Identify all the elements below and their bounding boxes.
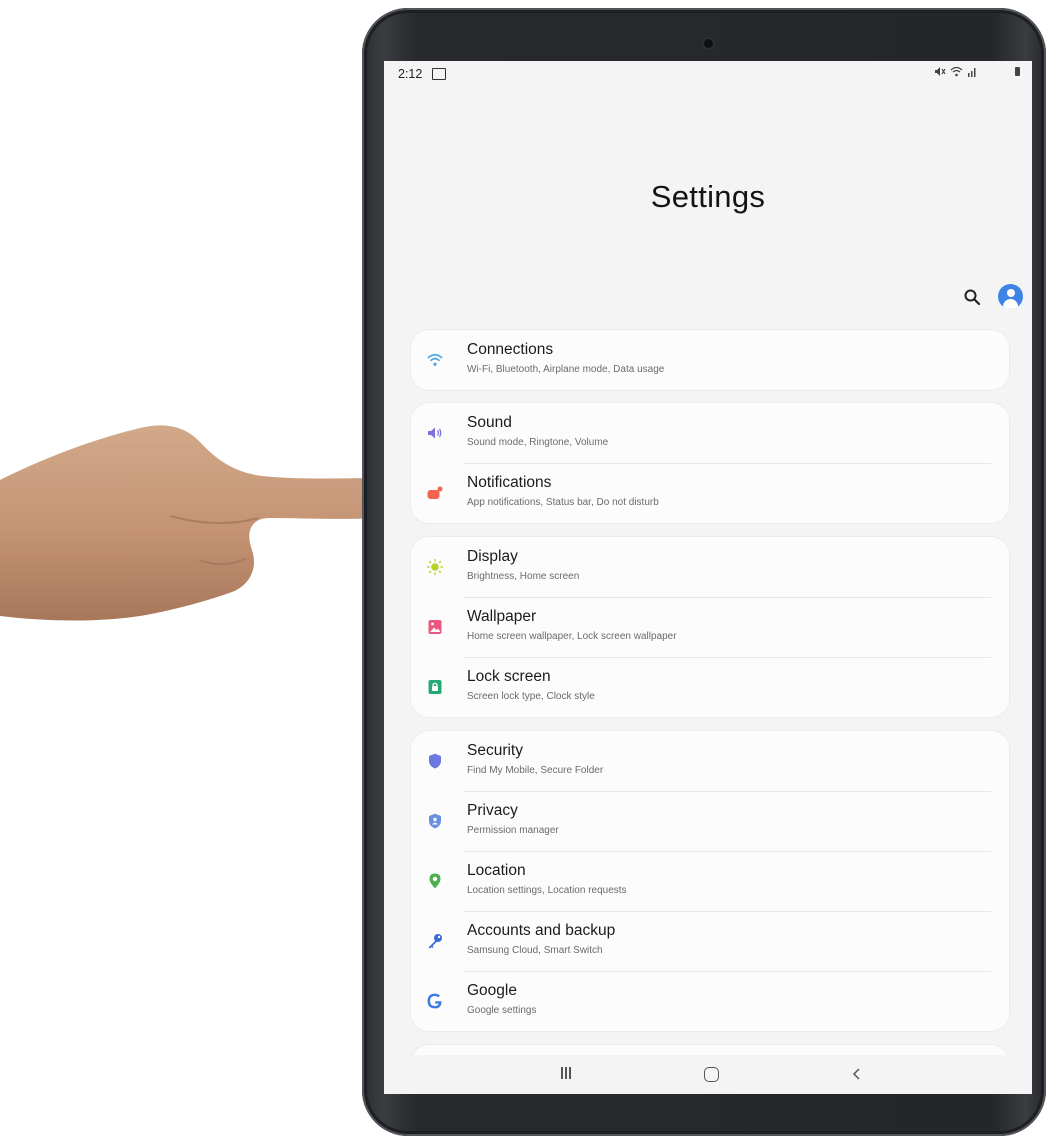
item-label: Notifications bbox=[467, 474, 552, 491]
item-subtitle: Samsung Cloud, Smart Switch bbox=[467, 945, 603, 956]
gallery-icon bbox=[432, 68, 446, 80]
settings-item-connections[interactable]: Connections Wi-Fi, Bluetooth, Airplane m… bbox=[411, 330, 1009, 390]
key-icon bbox=[428, 934, 442, 949]
google-icon bbox=[427, 993, 442, 1009]
item-subtitle: App notifications, Status bar, Do not di… bbox=[467, 497, 659, 508]
search-icon[interactable] bbox=[963, 288, 981, 306]
home-icon[interactable] bbox=[704, 1067, 719, 1082]
item-label: Lock screen bbox=[467, 668, 551, 685]
item-subtitle: Wi-Fi, Bluetooth, Airplane mode, Data us… bbox=[467, 364, 665, 375]
notification-icon bbox=[427, 486, 443, 499]
item-label: Privacy bbox=[467, 802, 518, 819]
wifi-icon bbox=[427, 353, 443, 366]
item-subtitle: Sound mode, Ringtone, Volume bbox=[467, 437, 609, 448]
item-label: Display bbox=[467, 548, 518, 565]
battery-icon bbox=[1015, 67, 1020, 76]
item-label: Connections bbox=[467, 341, 554, 358]
item-subtitle: Location settings, Location requests bbox=[467, 885, 627, 896]
item-label: Accounts and backup bbox=[467, 922, 616, 939]
settings-group-sound: Sound Sound mode, Ringtone, Volume Notif… bbox=[411, 403, 1009, 523]
settings-item-accounts-backup[interactable]: Accounts and backup Samsung Cloud, Smart… bbox=[411, 911, 1009, 971]
item-subtitle: Screen lock type, Clock style bbox=[467, 691, 595, 702]
wifi-status-icon bbox=[950, 66, 963, 77]
item-label: Location bbox=[467, 862, 526, 879]
pointing-hand bbox=[0, 425, 410, 621]
settings-item-notifications[interactable]: Notifications App notifications, Status … bbox=[411, 463, 1009, 523]
settings-item-sound[interactable]: Sound Sound mode, Ringtone, Volume bbox=[411, 403, 1009, 463]
settings-item-location[interactable]: Location Location settings, Location req… bbox=[411, 851, 1009, 911]
account-icon[interactable] bbox=[998, 284, 1023, 309]
item-label: Sound bbox=[467, 414, 512, 431]
signal-icon bbox=[968, 67, 976, 77]
settings-item-lock-screen[interactable]: Lock screen Screen lock type, Clock styl… bbox=[411, 657, 1009, 717]
settings-group-security: Security Find My Mobile, Secure Folder P… bbox=[411, 731, 1009, 1031]
privacy-shield-icon bbox=[429, 813, 441, 829]
lock-icon bbox=[428, 680, 442, 694]
item-subtitle: Permission manager bbox=[467, 825, 559, 836]
settings-item-privacy[interactable]: Privacy Permission manager bbox=[411, 791, 1009, 851]
item-subtitle: Find My Mobile, Secure Folder bbox=[467, 765, 604, 776]
item-label: Google bbox=[467, 982, 517, 999]
page-title: Settings bbox=[650, 179, 766, 214]
settings-screen: 2:12 Settings Connections Wi-Fi, Bluetoo… bbox=[384, 61, 1032, 1094]
stage: 2:12 Settings Connections Wi-Fi, Bluetoo… bbox=[0, 0, 1052, 1138]
settings-item-wallpaper[interactable]: Wallpaper Home screen wallpaper, Lock sc… bbox=[411, 597, 1009, 657]
status-indicators bbox=[934, 66, 1020, 77]
picture-icon bbox=[428, 620, 442, 634]
item-subtitle: Brightness, Home screen bbox=[467, 571, 580, 582]
front-camera bbox=[704, 39, 713, 48]
status-bar: 2:12 bbox=[384, 61, 1032, 89]
shield-icon bbox=[429, 753, 441, 769]
item-label: Wallpaper bbox=[467, 608, 537, 625]
item-subtitle: Home screen wallpaper, Lock screen wallp… bbox=[467, 631, 677, 642]
settings-group-connections: Connections Wi-Fi, Bluetooth, Airplane m… bbox=[411, 330, 1009, 390]
sun-icon bbox=[427, 559, 443, 575]
item-label: Security bbox=[467, 742, 523, 759]
location-pin-icon bbox=[429, 873, 441, 889]
settings-item-google[interactable]: Google Google settings bbox=[411, 971, 1009, 1031]
recent-apps-icon[interactable] bbox=[560, 1067, 572, 1080]
item-subtitle: Google settings bbox=[467, 1005, 537, 1016]
back-icon[interactable] bbox=[850, 1065, 864, 1083]
navigation-bar bbox=[384, 1055, 1032, 1094]
settings-item-security[interactable]: Security Find My Mobile, Secure Folder bbox=[411, 731, 1009, 791]
settings-group-display: Display Brightness, Home screen Wallpape… bbox=[411, 537, 1009, 717]
mute-icon bbox=[935, 67, 946, 76]
status-time: 2:12 bbox=[398, 67, 423, 81]
settings-item-display[interactable]: Display Brightness, Home screen bbox=[411, 537, 1009, 597]
speaker-icon bbox=[428, 427, 442, 439]
